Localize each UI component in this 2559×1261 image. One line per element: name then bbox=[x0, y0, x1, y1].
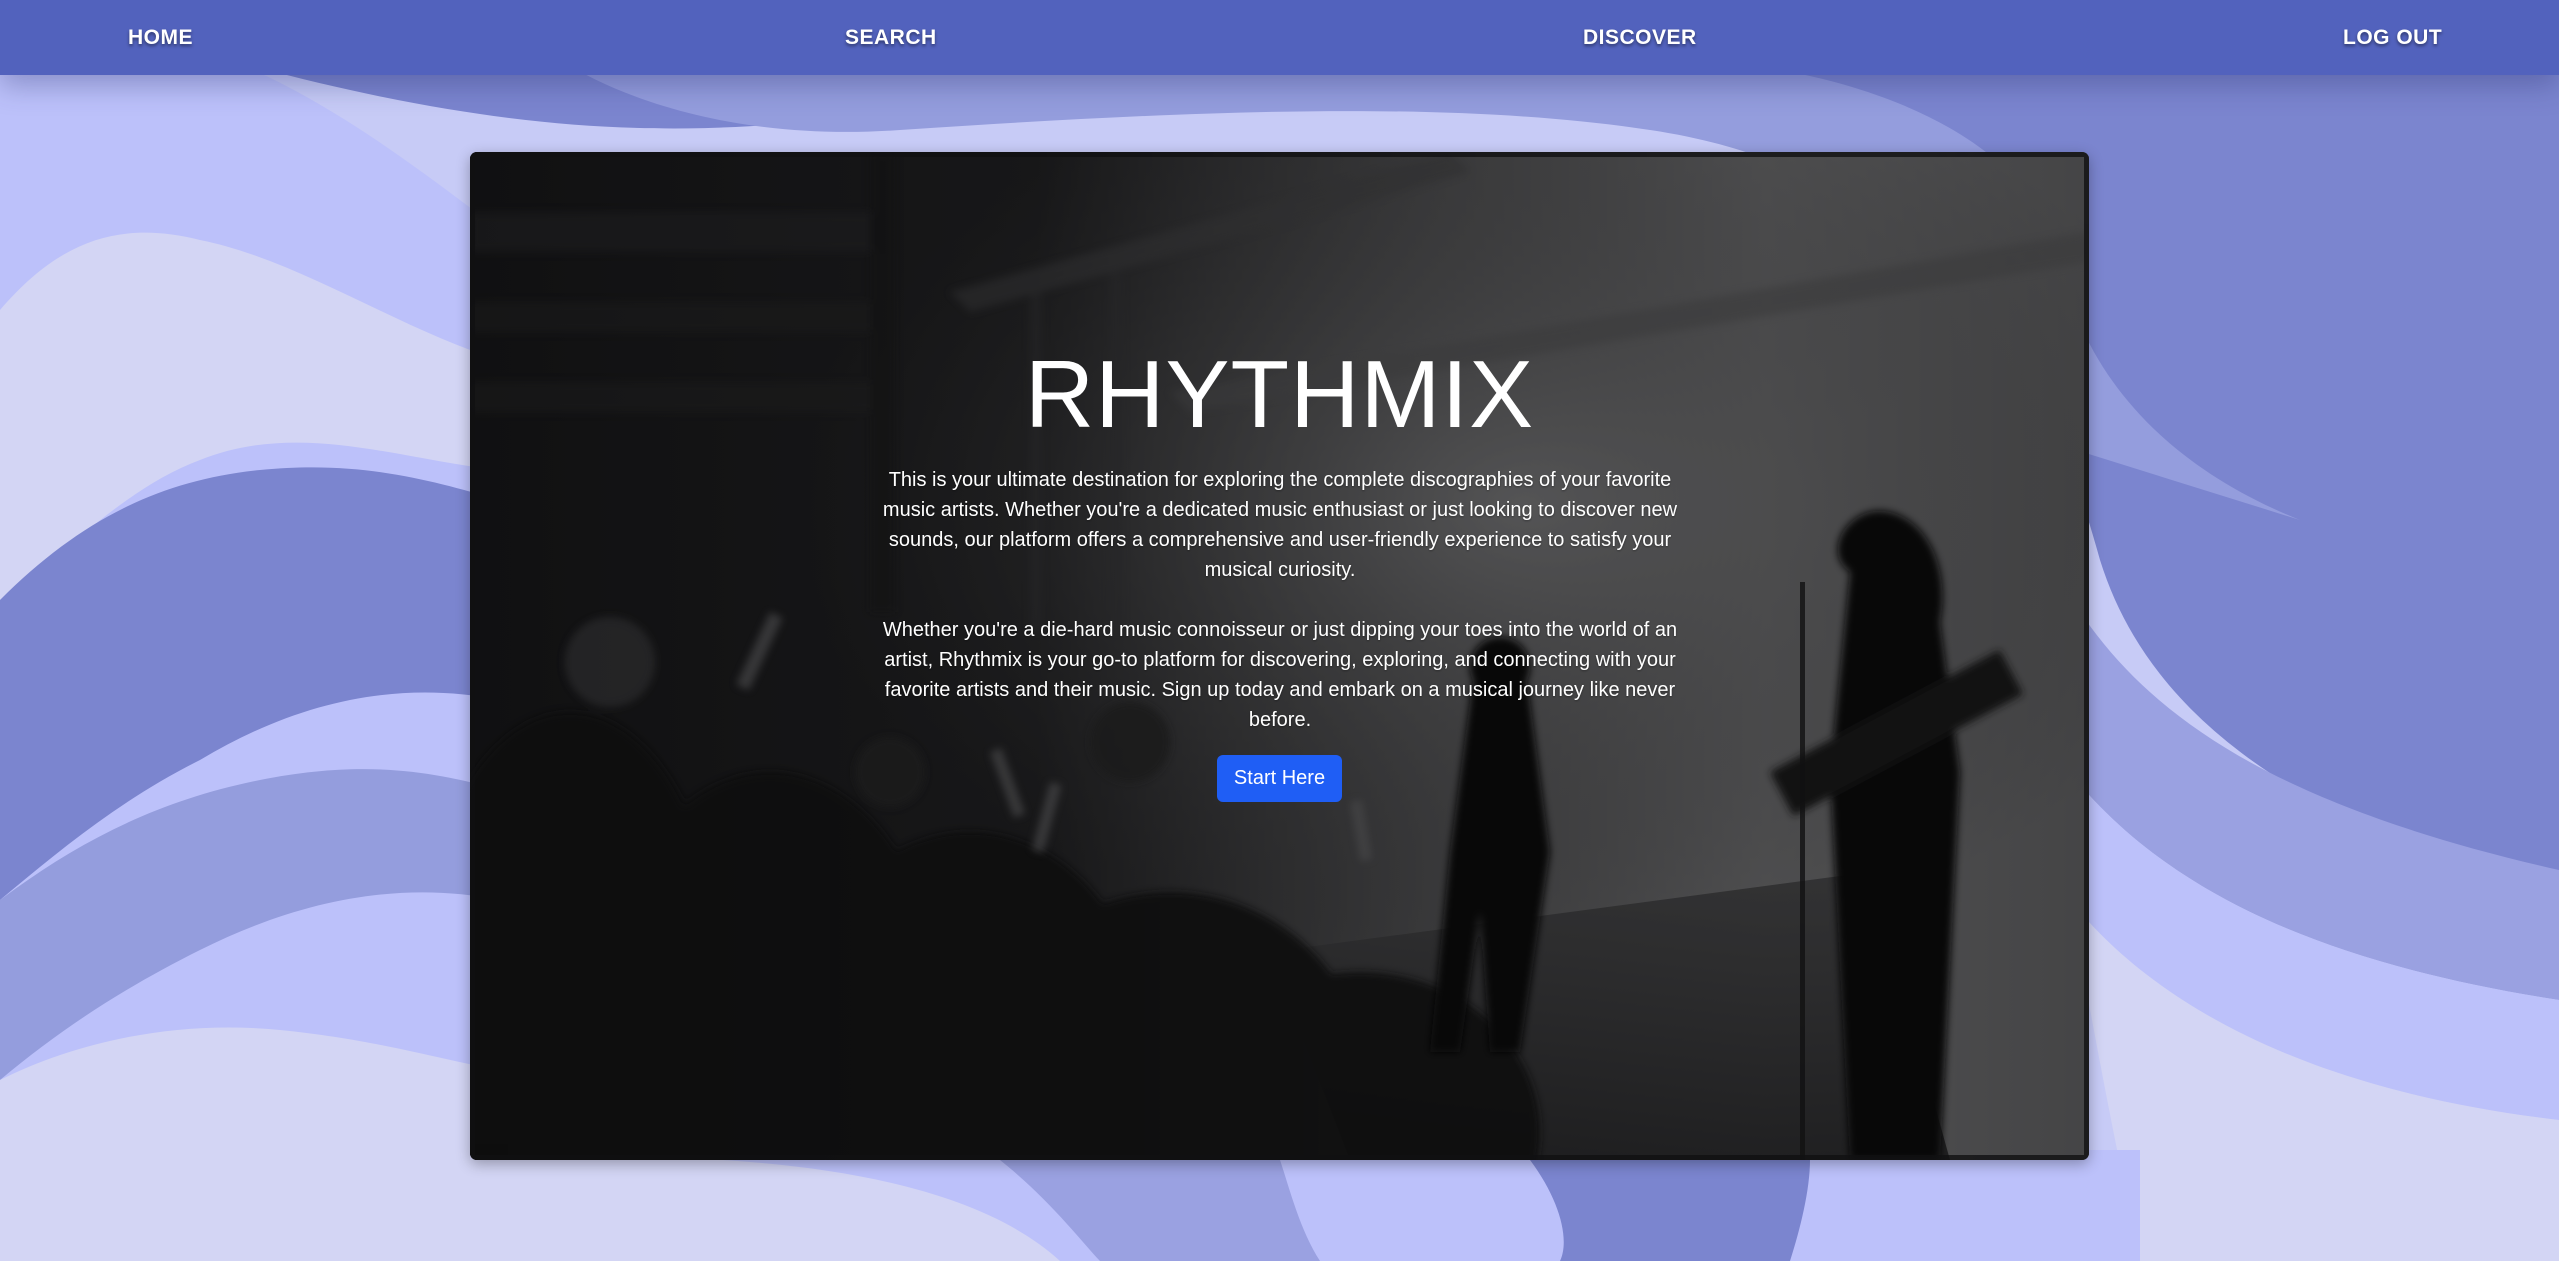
hero-card: RHYTHMIX This is your ultimate destinati… bbox=[470, 152, 2089, 1160]
intro-paragraph: This is your ultimate destination for ex… bbox=[882, 469, 1678, 581]
top-nav-bar: HOME SEARCH DISCOVER LOG OUT bbox=[0, 0, 2559, 75]
nav-discover-link[interactable]: DISCOVER bbox=[1583, 0, 1697, 75]
site-title: RHYTHMIX bbox=[1024, 341, 1535, 448]
secondary-paragraph: Whether you're a die-hard music connoiss… bbox=[882, 619, 1678, 731]
nav-home-link[interactable]: HOME bbox=[128, 0, 193, 75]
start-here-button[interactable]: Start Here bbox=[1217, 755, 1342, 802]
hero-content: RHYTHMIX This is your ultimate destinati… bbox=[470, 152, 2089, 1160]
nav-search-link[interactable]: SEARCH bbox=[845, 0, 937, 75]
nav-logout-link[interactable]: LOG OUT bbox=[2343, 0, 2442, 75]
